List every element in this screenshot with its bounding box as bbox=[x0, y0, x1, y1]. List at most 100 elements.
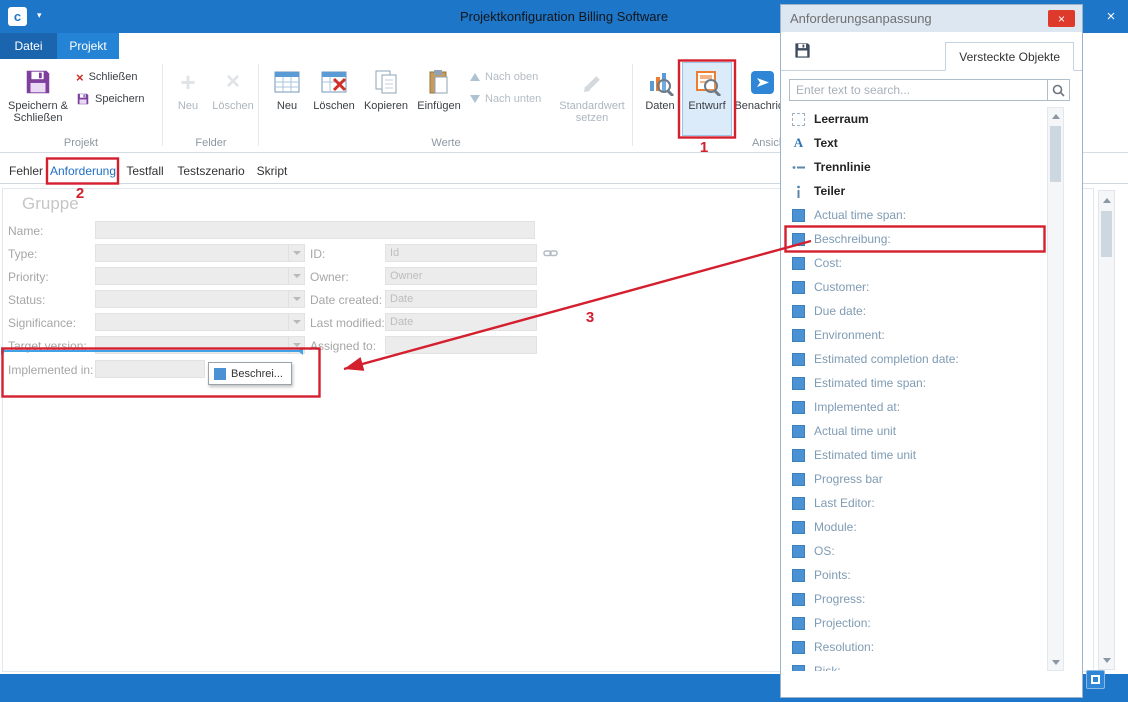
copy-button[interactable]: Kopieren bbox=[360, 62, 412, 136]
list-item[interactable]: Module: bbox=[785, 515, 1047, 539]
last-modified-input[interactable]: Date bbox=[385, 313, 537, 331]
fields-new-button[interactable]: + Neu bbox=[166, 62, 210, 136]
panel-scrollbar[interactable] bbox=[1047, 107, 1064, 671]
list-item[interactable]: Points: bbox=[785, 563, 1047, 587]
copy-label: Kopieren bbox=[364, 100, 408, 112]
list-item[interactable]: Risk: bbox=[785, 659, 1047, 671]
list-item[interactable]: Estimated time span: bbox=[785, 371, 1047, 395]
design-view-label: Entwurf bbox=[688, 100, 725, 112]
layout-indicator-button[interactable] bbox=[1086, 670, 1105, 689]
scroll-up-icon[interactable] bbox=[1048, 108, 1063, 124]
id-value: Id bbox=[390, 247, 399, 259]
move-up-button[interactable]: Nach oben bbox=[470, 67, 538, 87]
set-default-icon bbox=[580, 67, 604, 97]
doc-tab-anforderung[interactable]: Anforderung bbox=[48, 158, 118, 184]
panel-title-bar[interactable]: Anforderungsanpassung bbox=[781, 5, 1082, 32]
list-item[interactable]: OS: bbox=[785, 539, 1047, 563]
panel-save-button[interactable] bbox=[793, 41, 812, 65]
scrollbar-thumb[interactable] bbox=[1101, 211, 1112, 257]
scroll-down-icon[interactable] bbox=[1048, 654, 1063, 670]
set-default-button[interactable]: Standardwert setzen bbox=[556, 62, 628, 136]
fields-delete-label: Löschen bbox=[212, 100, 254, 112]
list-item[interactable]: Cost: bbox=[785, 251, 1047, 275]
search-input[interactable] bbox=[790, 80, 1047, 100]
list-item[interactable]: Teiler bbox=[785, 179, 1047, 203]
scroll-up-icon[interactable] bbox=[1099, 192, 1114, 208]
save-and-close-label: Speichern & Schließen bbox=[6, 100, 70, 124]
close-icon: × bbox=[76, 70, 84, 85]
values-new-button[interactable]: Neu bbox=[264, 62, 310, 136]
values-new-icon bbox=[274, 67, 300, 97]
implemented-in-label: Implemented in: bbox=[8, 363, 93, 377]
list-item[interactable]: Projection: bbox=[785, 611, 1047, 635]
owner-label: Owner: bbox=[310, 270, 349, 284]
save-and-close-button[interactable]: Speichern & Schließen bbox=[6, 62, 70, 136]
significance-select[interactable] bbox=[95, 313, 305, 331]
save-button[interactable]: Speichern bbox=[76, 89, 145, 109]
list-item[interactable]: Trennlinie bbox=[785, 155, 1047, 179]
field-item-icon bbox=[792, 329, 805, 342]
list-item[interactable]: Estimated completion date: bbox=[785, 347, 1047, 371]
field-item-icon bbox=[792, 473, 805, 486]
separator-line-icon bbox=[792, 161, 805, 174]
scrollbar-thumb[interactable] bbox=[1050, 126, 1061, 182]
panel-close-button[interactable]: × bbox=[1048, 10, 1075, 27]
panel-title: Anforderungsanpassung bbox=[790, 11, 932, 26]
fields-delete-button[interactable]: × Löschen bbox=[210, 62, 256, 136]
group-separator bbox=[258, 64, 259, 146]
type-select[interactable] bbox=[95, 244, 305, 262]
form-vertical-scrollbar[interactable] bbox=[1098, 190, 1115, 670]
scroll-down-icon[interactable] bbox=[1099, 652, 1114, 668]
list-item[interactable]: Actual time span: bbox=[785, 203, 1047, 227]
list-item[interactable]: Implemented at: bbox=[785, 395, 1047, 419]
field-item-icon bbox=[792, 641, 805, 654]
list-item[interactable]: Progress: bbox=[785, 587, 1047, 611]
status-select[interactable] bbox=[95, 290, 305, 308]
move-down-button[interactable]: Nach unten bbox=[470, 89, 541, 109]
doc-tab-testfall[interactable]: Testfall bbox=[118, 158, 172, 184]
field-item-icon bbox=[792, 305, 805, 318]
window-close-button[interactable]: × bbox=[1098, 5, 1124, 27]
data-view-button[interactable]: Daten bbox=[638, 62, 682, 136]
doc-tab-skript[interactable]: Skript bbox=[250, 158, 294, 184]
list-item[interactable]: Leerraum bbox=[785, 107, 1047, 131]
paste-button[interactable]: Einfügen bbox=[413, 62, 465, 136]
list-item[interactable]: Resolution: bbox=[785, 635, 1047, 659]
last-modified-value: Date bbox=[390, 316, 413, 328]
owner-input[interactable]: Owner bbox=[385, 267, 537, 285]
move-up-icon bbox=[470, 73, 480, 81]
name-input[interactable] bbox=[95, 221, 535, 239]
save-label: Speichern bbox=[95, 93, 145, 105]
implemented-in-input[interactable] bbox=[95, 360, 205, 378]
date-created-input[interactable]: Date bbox=[385, 290, 537, 308]
paste-icon bbox=[427, 67, 451, 97]
list-item[interactable]: Customer: bbox=[785, 275, 1047, 299]
list-item[interactable]: Actual time unit bbox=[785, 419, 1047, 443]
group-caption-projekt: Projekt bbox=[6, 137, 156, 149]
drag-ghost-label: Beschrei... bbox=[231, 368, 283, 380]
id-input[interactable]: Id bbox=[385, 244, 537, 262]
list-item[interactable]: AText bbox=[785, 131, 1047, 155]
owner-value: Owner bbox=[390, 270, 422, 282]
list-item-beschreibung[interactable]: Beschreibung: bbox=[785, 227, 1047, 251]
set-default-label: Standardwert setzen bbox=[556, 100, 628, 124]
priority-select[interactable] bbox=[95, 267, 305, 285]
search-button[interactable] bbox=[1047, 80, 1069, 100]
list-item[interactable]: Due date: bbox=[785, 299, 1047, 323]
list-item[interactable]: Progress bar bbox=[785, 467, 1047, 491]
list-item[interactable]: Environment: bbox=[785, 323, 1047, 347]
values-delete-button[interactable]: Löschen bbox=[310, 62, 358, 136]
list-item[interactable]: Last Editor: bbox=[785, 491, 1047, 515]
list-item[interactable]: Estimated time unit bbox=[785, 443, 1047, 467]
doc-tab-fehler[interactable]: Fehler bbox=[4, 158, 48, 184]
field-item-icon bbox=[792, 209, 805, 222]
tab-projekt[interactable]: Projekt bbox=[57, 33, 119, 59]
assigned-to-input[interactable] bbox=[385, 336, 537, 354]
design-view-button[interactable]: Entwurf bbox=[682, 62, 732, 136]
priority-label: Priority: bbox=[8, 270, 49, 284]
panel-tab-hidden-objects[interactable]: Versteckte Objekte bbox=[945, 42, 1074, 71]
doc-tab-testszenario[interactable]: Testszenario bbox=[172, 158, 250, 184]
fields-new-label: Neu bbox=[178, 100, 198, 112]
tab-datei[interactable]: Datei bbox=[0, 33, 57, 59]
close-button[interactable]: × Schließen bbox=[76, 67, 138, 87]
